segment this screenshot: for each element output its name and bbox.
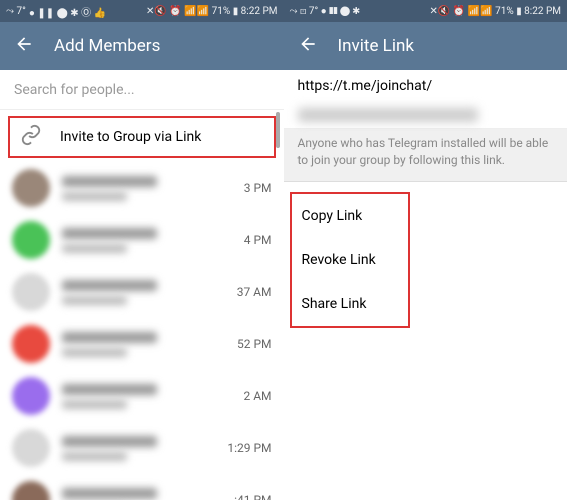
contact-status-blurred — [62, 452, 127, 461]
contact-row[interactable]: 1:29 PM — [0, 422, 284, 474]
status-right-icons: ✕🔇 ⏰ 📶📶 71% ▮ 8:22 PM — [430, 6, 561, 17]
contact-time: 52 PM — [217, 337, 272, 351]
contact-row[interactable]: 3 PM — [0, 162, 284, 214]
back-icon[interactable] — [298, 34, 318, 58]
contacts-list: 3 PM4 PM37 AM52 PM2 AM1:29 PM:41 PM4 PM — [0, 162, 284, 500]
contact-name-blurred — [62, 228, 157, 239]
page-title: Invite Link — [338, 36, 414, 56]
status-left-icons: ⤳ 7° — [6, 6, 26, 17]
search-placeholder: Search for people... — [14, 82, 135, 98]
contact-text — [62, 228, 205, 253]
contact-text — [62, 280, 205, 305]
action-item[interactable]: Share Link — [292, 282, 408, 326]
contact-status-blurred — [62, 192, 127, 201]
search-input[interactable]: Search for people... — [0, 70, 284, 110]
avatar — [12, 169, 50, 207]
avatar — [12, 481, 50, 500]
invite-via-link-button[interactable]: Invite to Group via Link — [8, 116, 276, 158]
invite-url-token — [298, 108, 478, 122]
contact-time: 3 PM — [217, 181, 272, 195]
status-bar: ⤳ 7° ● ❚❚ ⬤ ✱ Ⓞ 👍 ✕🔇 ⏰ 📶📶 71% ▮ 8:22 PM — [0, 0, 284, 22]
avatar — [12, 429, 50, 467]
contact-text — [62, 176, 205, 201]
screen-add-members: ⤳ 7° ● ❚❚ ⬤ ✱ Ⓞ 👍 ✕🔇 ⏰ 📶📶 71% ▮ 8:22 PM … — [0, 0, 284, 500]
app-bar: Invite Link — [284, 22, 567, 70]
contact-time: 2 AM — [217, 389, 272, 403]
scrollbar[interactable] — [276, 112, 280, 148]
contact-status-blurred — [62, 348, 127, 357]
invite-url[interactable]: https://t.me/joinchat/ — [284, 70, 567, 108]
back-icon[interactable] — [14, 34, 34, 58]
contact-row[interactable]: :41 PM — [0, 474, 284, 500]
contact-row[interactable]: 2 AM — [0, 370, 284, 422]
contact-status-blurred — [62, 400, 127, 409]
contact-name-blurred — [62, 488, 157, 499]
status-left-icons-2: ● ❚❚ ⬤ ✱ Ⓞ 👍 — [29, 4, 106, 19]
contact-name-blurred — [62, 384, 157, 395]
avatar — [12, 273, 50, 311]
link-actions: Copy LinkRevoke LinkShare Link — [290, 192, 410, 328]
invite-link-label: Invite to Group via Link — [60, 129, 201, 145]
status-bar: ⤳ ⊡ 7° ● ❚❚ ⬤ ✱ ✕🔇 ⏰ 📶📶 71% ▮ 8:22 PM — [284, 0, 567, 22]
contact-time: 37 AM — [217, 285, 272, 299]
action-item[interactable]: Revoke Link — [292, 238, 408, 282]
contact-name-blurred — [62, 176, 157, 187]
contact-status-blurred — [62, 296, 127, 305]
contact-row[interactable]: 4 PM — [0, 214, 284, 266]
link-icon — [20, 124, 42, 150]
app-bar: Add Members — [0, 22, 284, 70]
status-left-icons: ⤳ ⊡ 7° ● ❚❚ ⬤ ✱ — [290, 6, 360, 17]
page-title: Add Members — [54, 36, 160, 56]
contact-name-blurred — [62, 332, 157, 343]
info-text: Anyone who has Telegram installed will b… — [284, 128, 567, 182]
avatar — [12, 325, 50, 363]
status-right-icons: ✕🔇 ⏰ 📶📶 71% ▮ 8:22 PM — [146, 6, 277, 17]
contact-status-blurred — [62, 244, 127, 253]
screen-invite-link: ⤳ ⊡ 7° ● ❚❚ ⬤ ✱ ✕🔇 ⏰ 📶📶 71% ▮ 8:22 PM In… — [284, 0, 567, 500]
contact-row[interactable]: 52 PM — [0, 318, 284, 370]
action-item[interactable]: Copy Link — [292, 194, 408, 238]
contact-row[interactable]: 37 AM — [0, 266, 284, 318]
contact-name-blurred — [62, 280, 157, 291]
contact-text — [62, 384, 205, 409]
contact-text — [62, 488, 205, 500]
avatar — [12, 377, 50, 415]
contact-text — [62, 436, 205, 461]
contact-text — [62, 332, 205, 357]
avatar — [12, 221, 50, 259]
contact-time: 1:29 PM — [217, 441, 272, 455]
contact-name-blurred — [62, 436, 157, 447]
contact-time: :41 PM — [217, 493, 272, 500]
contact-time: 4 PM — [217, 233, 272, 247]
